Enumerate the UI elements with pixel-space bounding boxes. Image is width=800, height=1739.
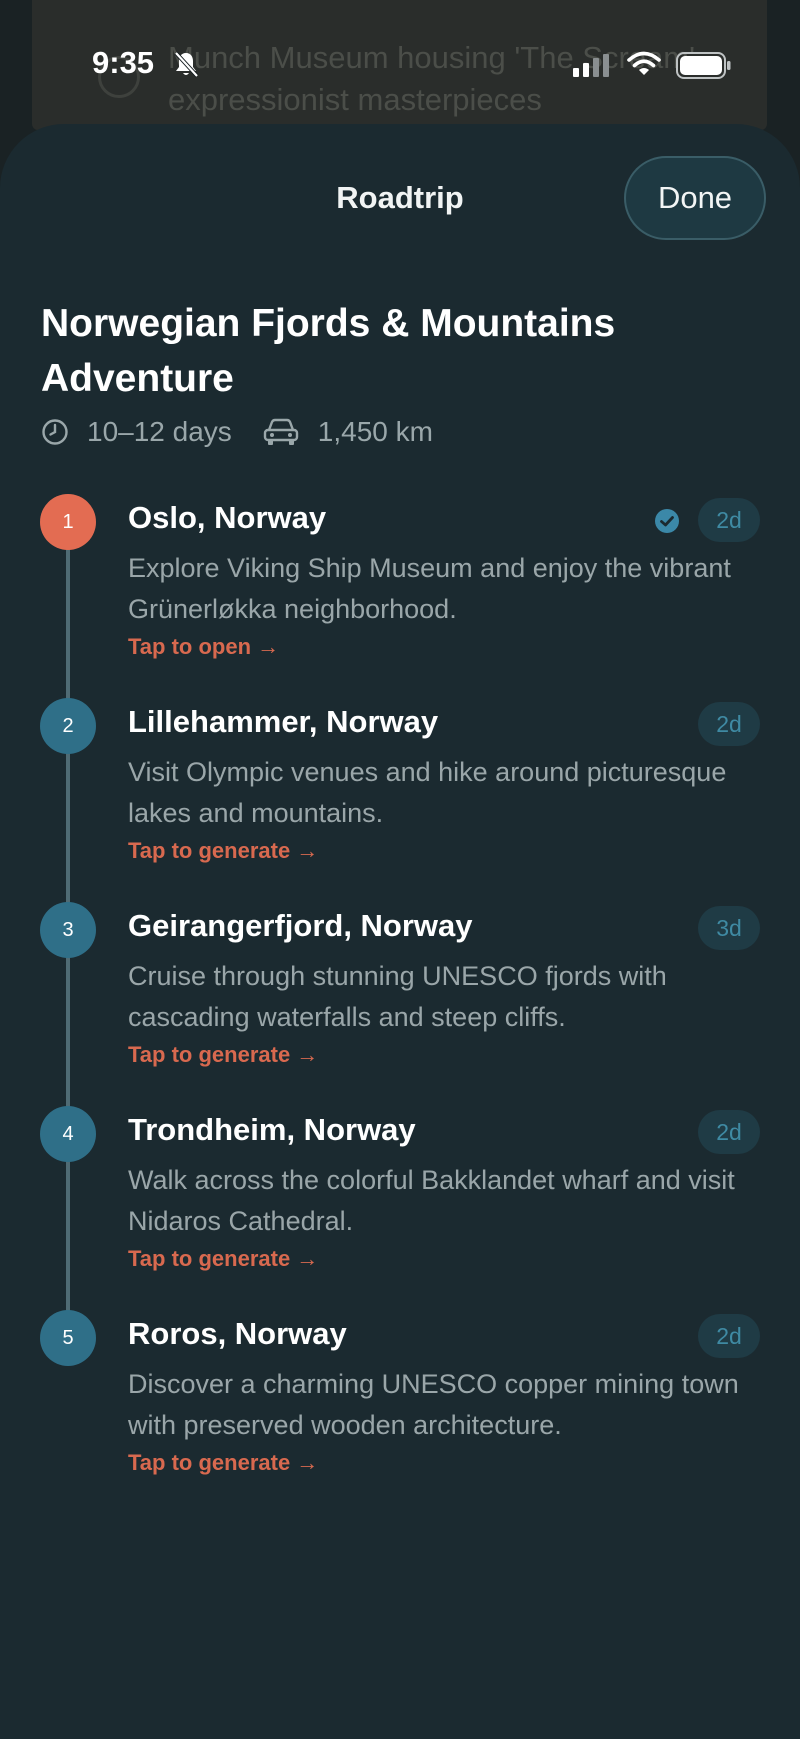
battery-icon [676,52,732,85]
trip-distance: 1,450 km [317,416,433,447]
trip-meta: 10–12 days 1,450 km [41,412,433,452]
stop-item[interactable]: 1 Oslo, Norway 2d Explore Viking Ship Mu… [0,494,800,684]
generate-link[interactable]: Tap to generate → [128,1450,318,1476]
stop-description: Explore Viking Ship Museum and enjoy the… [128,553,731,624]
stop-number: 4 [40,1106,96,1162]
stop-number: 3 [40,902,96,958]
trip-duration: 10–12 days [87,416,232,447]
status-time: 9:35 [92,45,155,80]
generate-link[interactable]: Tap to generate → [128,1246,318,1272]
days-badge: 2d [698,498,760,542]
checkmark-badge-icon [654,508,680,539]
stop-description: Cruise through stunning UNESCO fjords wi… [128,961,667,1032]
stop-number: 2 [40,698,96,754]
stop-name: Lillehammer, Norway [128,704,439,739]
stop-name: Oslo, Norway [128,500,327,535]
stop-number: 5 [40,1310,96,1366]
wifi-icon [627,50,661,83]
stop-description: Walk across the colorful Bakklandet whar… [128,1165,735,1236]
stop-description: Discover a charming UNESCO copper mining… [128,1369,739,1440]
stop-item[interactable]: 4 Trondheim, Norway 2d Walk across the c… [0,1106,800,1296]
bell-slash-icon [171,49,201,84]
days-badge: 3d [698,906,760,950]
stop-name: Trondheim, Norway [128,1112,416,1147]
generate-link[interactable]: Tap to generate → [128,838,318,864]
signal-icon [573,54,613,83]
days-badge: 2d [698,702,760,746]
generate-link[interactable]: Tap to generate → [128,1042,318,1068]
clock-icon [41,418,69,446]
stop-description: Visit Olympic venues and hike around pic… [128,757,727,828]
stop-item[interactable]: 3 Geirangerfjord, Norway 3d Cruise throu… [0,902,800,1092]
screen: Munch Museum housing 'The Scream' expres… [0,0,800,1739]
car-icon [262,418,300,446]
trip-title: Norwegian Fjords & Mountains Adventure [41,302,616,400]
days-badge: 2d [698,1110,760,1154]
open-link[interactable]: Tap to open → [128,634,279,660]
done-button[interactable]: Done [624,156,766,240]
stop-name: Geirangerfjord, Norway [128,908,473,943]
status-bar: 9:35 [0,0,800,130]
stop-number: 1 [40,494,96,550]
stop-name: Roros, Norway [128,1316,347,1351]
days-badge: 2d [698,1314,760,1358]
roadtrip-sheet: Roadtrip Done Norwegian Fjords & Mountai… [0,124,800,1739]
stop-item[interactable]: 5 Roros, Norway 2d Discover a charming U… [0,1310,800,1500]
stop-item[interactable]: 2 Lillehammer, Norway 2d Visit Olympic v… [0,698,800,888]
